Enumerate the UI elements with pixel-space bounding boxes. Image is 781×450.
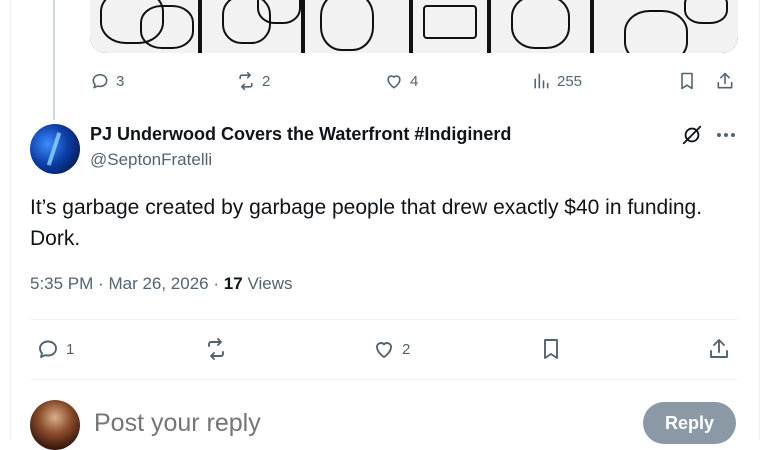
reply-icon — [39, 340, 57, 358]
like-icon — [387, 75, 401, 89]
meta-separator: · — [98, 274, 104, 293]
divider — [30, 379, 738, 380]
prev-like-button[interactable]: 4 — [384, 71, 418, 91]
reply-icon — [92, 73, 108, 89]
prev-view-count: 255 — [557, 72, 583, 90]
more-icon[interactable] — [714, 124, 738, 146]
reply-input[interactable] — [92, 408, 496, 439]
comic-panel — [413, 0, 487, 53]
reply-count: 1 — [66, 340, 75, 358]
tweet-time[interactable]: 5:35 PM — [30, 274, 93, 293]
like-icon — [376, 342, 392, 358]
prev-like-count: 4 — [410, 72, 419, 90]
column-border-left — [10, 0, 11, 440]
column-border-right — [759, 0, 760, 440]
like-button[interactable]: 2 — [372, 337, 410, 361]
grok-icon[interactable] — [681, 124, 703, 146]
tweet-text-line: Dork. — [30, 227, 81, 250]
tweet-text: It’s garbage created by garbage people t… — [30, 192, 750, 254]
prev-views-button[interactable]: 255 — [531, 71, 582, 91]
divider — [30, 319, 738, 320]
reply-submit-button[interactable]: Reply — [643, 402, 736, 444]
prev-share-button[interactable] — [715, 71, 735, 91]
like-count: 2 — [402, 340, 411, 358]
repost-button[interactable] — [204, 337, 234, 361]
comic-panel — [594, 0, 738, 53]
comic-panel — [305, 0, 410, 53]
comic-panel — [90, 0, 198, 53]
prev-reply-button[interactable]: 3 — [90, 71, 124, 91]
share-icon — [710, 339, 728, 358]
current-user-avatar[interactable] — [30, 400, 80, 450]
bookmark-button[interactable] — [539, 337, 563, 361]
prev-bookmark-button[interactable] — [677, 71, 697, 91]
more-dot — [731, 133, 735, 137]
author-display-name[interactable]: PJ Underwood Covers the Waterfront #Indi… — [90, 124, 511, 145]
reply-button[interactable]: 1 — [36, 337, 74, 361]
repost-icon — [239, 71, 253, 91]
thread-connector-line — [53, 0, 55, 120]
tweet-view-count: 17 — [223, 274, 243, 293]
share-icon — [717, 72, 733, 89]
repost-icon — [208, 338, 224, 360]
bookmark-icon — [544, 339, 558, 359]
more-dot — [717, 133, 721, 137]
tweet-meta: 5:35 PM · Mar 26, 2026 · 17 Views — [30, 274, 292, 294]
prev-repost-count: 2 — [262, 72, 271, 90]
views-icon — [534, 73, 549, 89]
author-avatar[interactable] — [30, 124, 80, 174]
bookmark-icon — [681, 72, 693, 90]
meta-separator: · — [213, 274, 220, 293]
tweet-views-label: Views — [247, 274, 293, 293]
prev-repost-button[interactable]: 2 — [236, 71, 270, 91]
comic-panel — [201, 0, 302, 53]
comic-panel — [490, 0, 591, 53]
author-handle[interactable]: @SeptonFratelli — [90, 150, 212, 170]
prev-reply-count: 3 — [116, 72, 125, 90]
tweet-text-line: It’s garbage created by garbage people t… — [30, 196, 703, 219]
comic-image-attachment[interactable] — [90, 0, 738, 53]
share-button[interactable] — [707, 337, 731, 361]
more-dot — [724, 133, 728, 137]
tweet-date[interactable]: Mar 26, 2026 — [108, 274, 208, 293]
